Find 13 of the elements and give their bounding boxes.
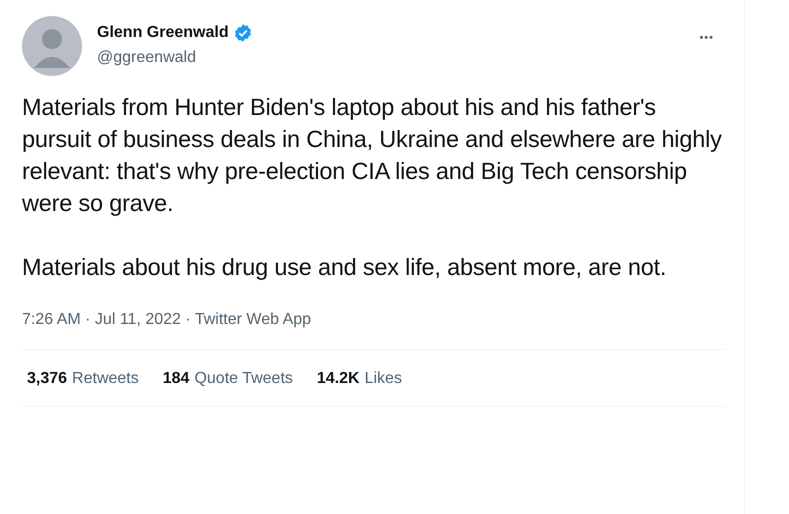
tweet-timestamp[interactable]: 7:26 AM · Jul 11, 2022 · Twitter Web App — [22, 311, 725, 350]
more-options-button[interactable]: ••• — [695, 28, 718, 48]
tweet-text: Materials from Hunter Biden's laptop about his and his father's pursuit of business deals in China, Ukraine and elsewhere are highly relevant: that's why pre-election CIA lies and Big Tech censorship were so grave. — [22, 93, 723, 218]
author-handle[interactable]: @ggreenwald — [97, 49, 696, 67]
avatar-photo-placeholder[interactable] — [22, 16, 82, 76]
stat-label[interactable]: Retweets — [72, 370, 139, 388]
stat-count[interactable]: 3,376 — [27, 370, 68, 388]
stat-count[interactable]: 184 — [162, 370, 190, 388]
author-name[interactable]: Glenn Greenwald — [97, 24, 229, 42]
tweet-text: Materials about his drug use and sex life, absent more, are not. — [22, 253, 668, 282]
stat-label[interactable]: Likes — [364, 370, 402, 388]
stat-label[interactable]: Quote Tweets — [194, 370, 293, 388]
stat-count[interactable]: 14.2K — [316, 370, 360, 388]
